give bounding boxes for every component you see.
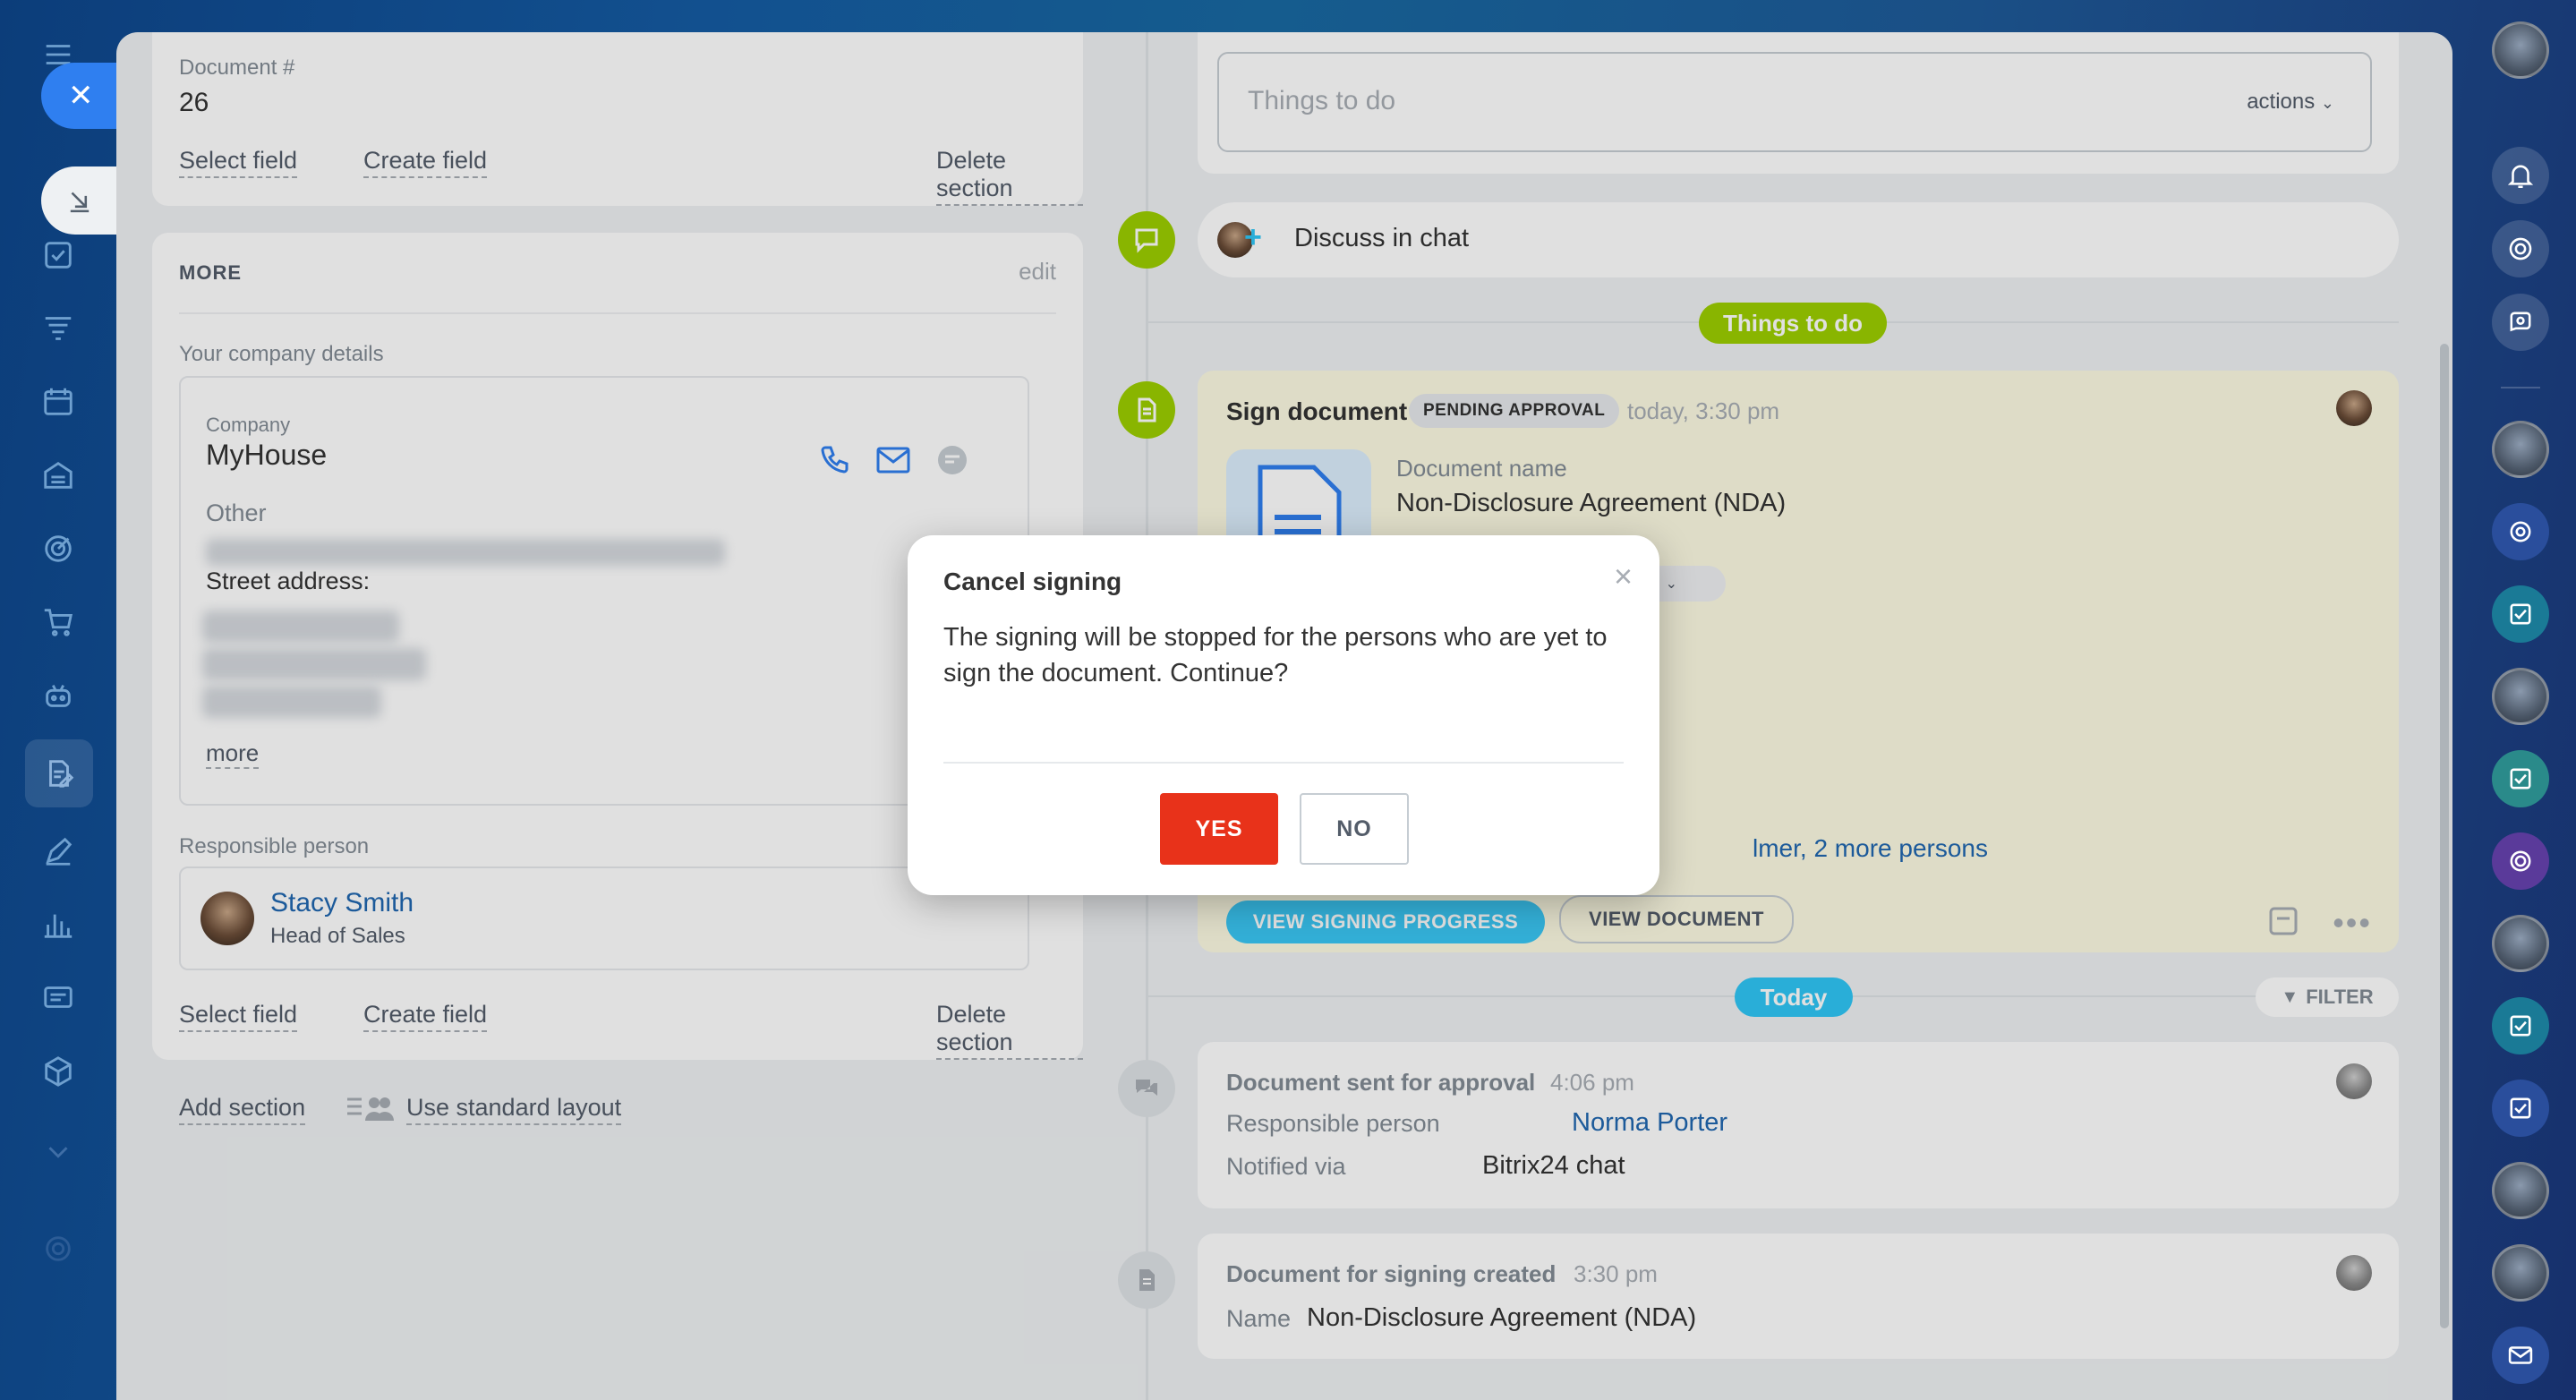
right-divider [2501, 387, 2540, 388]
chat-avatar[interactable] [2492, 915, 2549, 972]
chat-avatar[interactable] [2492, 1244, 2549, 1302]
search-chat-icon[interactable] [2492, 294, 2549, 351]
task-chat-icon[interactable] [2492, 1080, 2549, 1137]
group-chat-avatar[interactable] [2492, 1162, 2549, 1219]
no-button[interactable]: NO [1300, 793, 1409, 865]
cart-icon[interactable] [36, 600, 81, 645]
dialog-message: The signing will be stopped for the pers… [943, 623, 1608, 687]
close-slider-button[interactable]: ✕ [41, 63, 122, 129]
close-icon[interactable]: × [1614, 560, 1633, 593]
mail-icon[interactable] [2492, 1327, 2549, 1384]
task-chat-icon[interactable] [2492, 585, 2549, 643]
dialog-divider [943, 762, 1624, 764]
ai-chat-icon[interactable] [2492, 832, 2549, 890]
calendar-icon[interactable] [36, 380, 81, 424]
right-sidebar [2451, 0, 2576, 1400]
chat-avatar[interactable] [2492, 668, 2549, 725]
close-icon: ✕ [68, 79, 94, 113]
box-icon[interactable] [36, 1049, 81, 1094]
yes-button[interactable]: YES [1160, 793, 1278, 865]
settings-icon[interactable] [36, 1226, 81, 1271]
target-icon[interactable] [36, 526, 81, 571]
tasks-icon[interactable] [36, 233, 81, 277]
robot-icon[interactable] [36, 673, 81, 718]
bell-icon[interactable] [2492, 147, 2549, 204]
store-icon[interactable] [36, 453, 81, 498]
minimize-icon [70, 192, 90, 213]
chevron-down-icon[interactable] [36, 1130, 81, 1174]
chat-avatar[interactable] [2492, 421, 2549, 478]
contact-center-icon[interactable] [36, 976, 81, 1020]
sign-document-icon[interactable] [25, 739, 93, 807]
cancel-signing-dialog: Cancel signing × The signing will be sto… [908, 535, 1659, 895]
task-chat-icon[interactable] [2492, 997, 2549, 1054]
analytics-icon[interactable] [36, 902, 81, 947]
pen-icon[interactable] [36, 829, 81, 874]
task-chat-icon[interactable] [2492, 750, 2549, 807]
copilot-chat-icon[interactable] [2492, 503, 2549, 560]
minimize-slider-button[interactable] [41, 166, 122, 235]
dialog-title: Cancel signing [943, 568, 1122, 595]
funnel-icon[interactable] [36, 306, 81, 351]
copilot-icon[interactable] [2492, 220, 2549, 277]
user-avatar[interactable] [2492, 21, 2549, 79]
